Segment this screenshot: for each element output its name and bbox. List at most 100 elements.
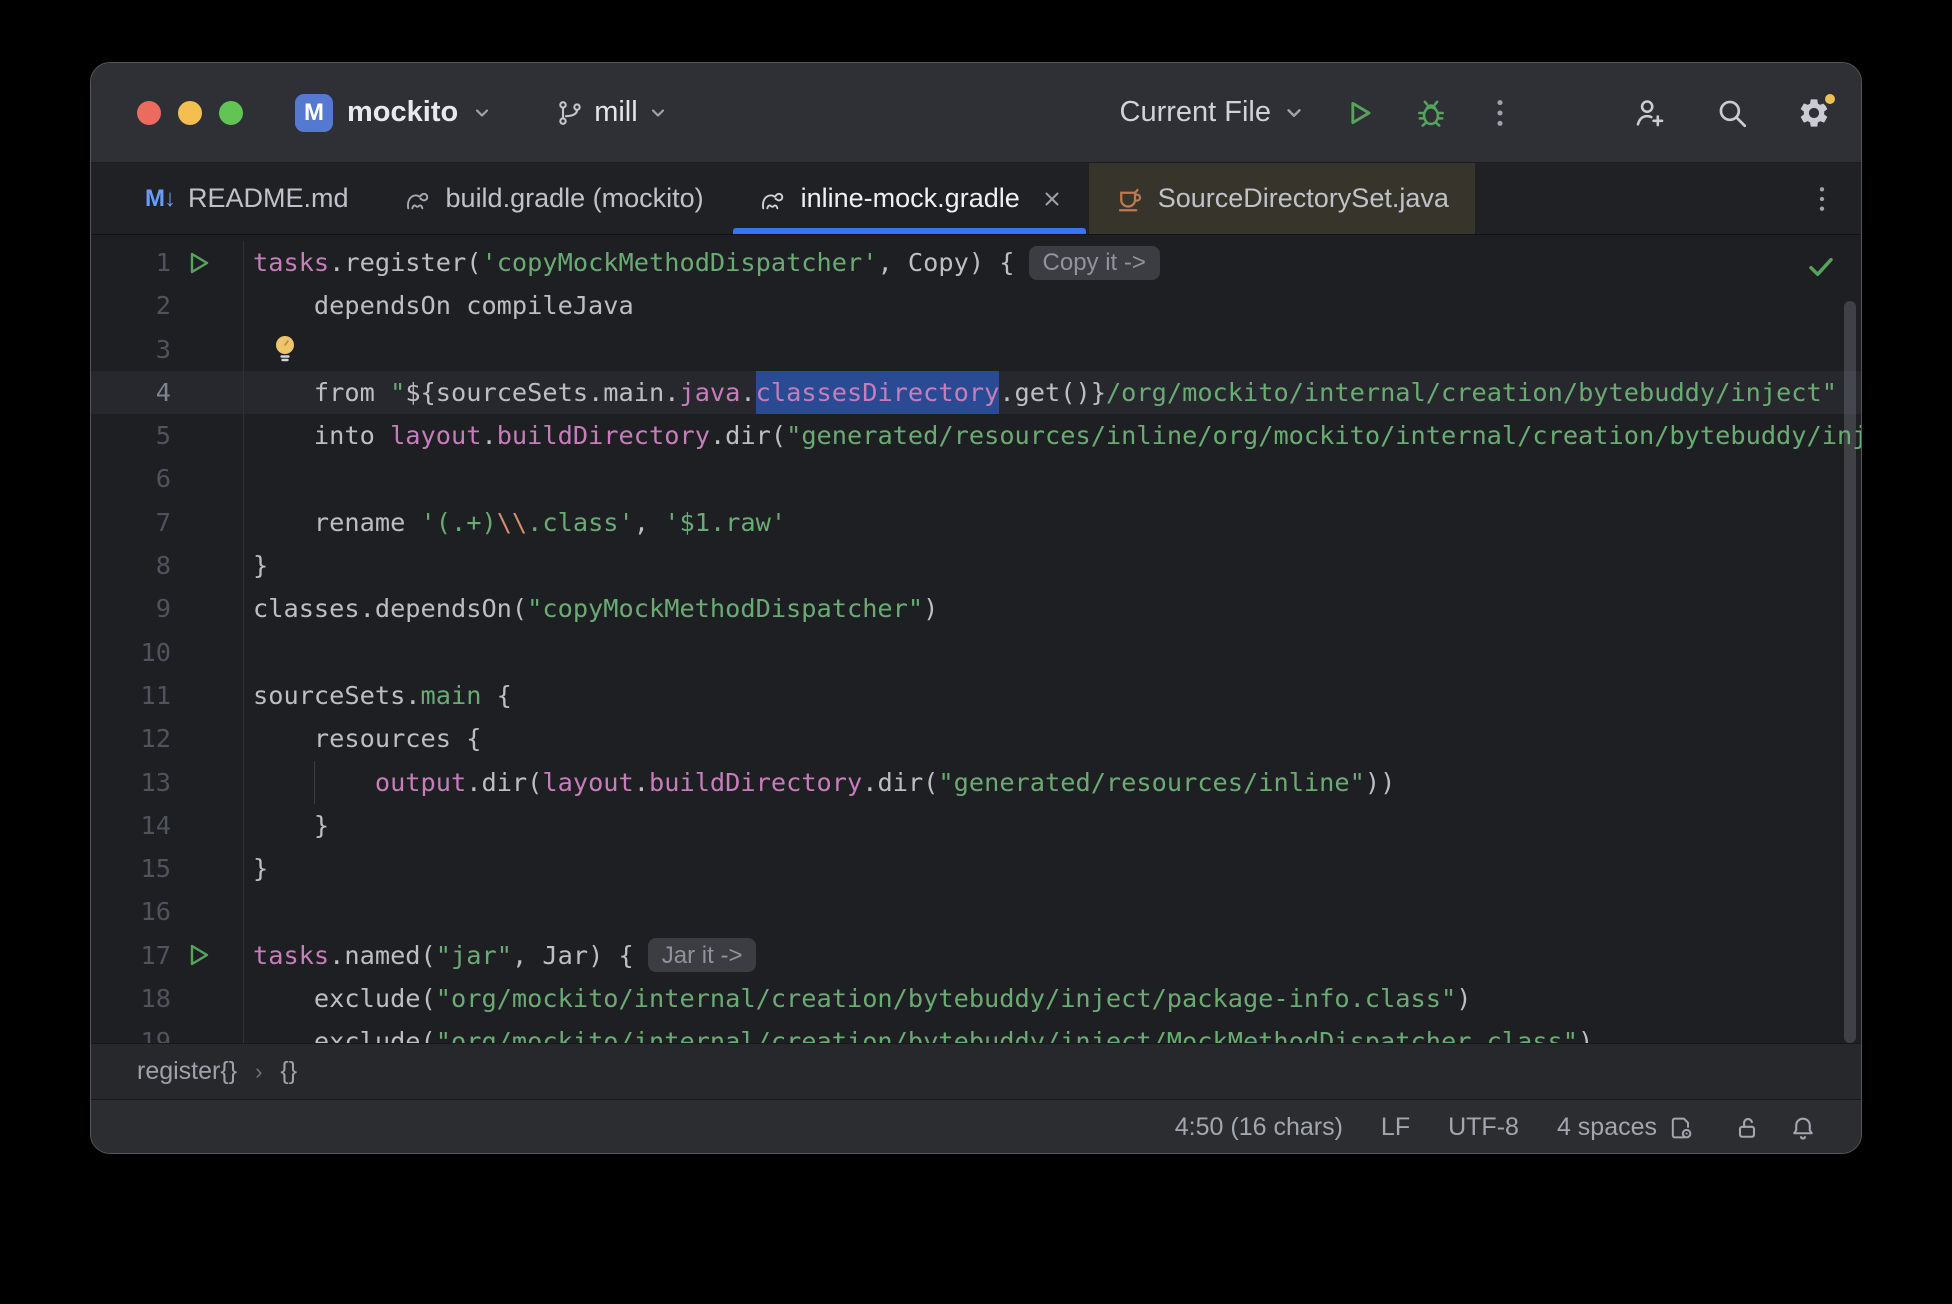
line-number[interactable]: 19 — [91, 1020, 171, 1043]
code-line[interactable]: 2 dependsOn compileJava — [91, 284, 1861, 328]
line-number[interactable]: 2 — [91, 284, 171, 327]
line-number[interactable]: 12 — [91, 717, 171, 760]
close-tab-button[interactable] — [1041, 188, 1063, 210]
notifications-button[interactable] — [1789, 1114, 1817, 1142]
code-text[interactable]: exclude("org/mockito/internal/creation/b… — [244, 1020, 1861, 1043]
close-window-button[interactable] — [137, 100, 161, 125]
gutter[interactable] — [171, 1020, 244, 1043]
intention-bulb-icon[interactable] — [273, 333, 297, 365]
breadcrumb-item[interactable]: register{} — [137, 1057, 237, 1086]
code-text[interactable] — [244, 333, 1861, 365]
gutter[interactable] — [171, 327, 244, 371]
code-text[interactable]: } — [244, 804, 1861, 847]
gutter[interactable] — [171, 803, 244, 848]
code-line[interactable]: 12 resources { — [91, 717, 1861, 761]
code-line[interactable]: 1 tasks .register('copyMockMethodDispatche… — [91, 241, 1861, 285]
breadcrumb-item[interactable]: {} — [280, 1057, 297, 1086]
encoding-widget[interactable]: UTF-8 — [1448, 1113, 1519, 1142]
search-everywhere-button[interactable] — [1715, 96, 1749, 130]
line-number[interactable]: 15 — [91, 847, 171, 890]
line-number[interactable]: 6 — [91, 457, 171, 500]
run-line-icon[interactable] — [187, 942, 211, 968]
line-ending-widget[interactable]: LF — [1381, 1113, 1410, 1142]
code-text[interactable]: resources { — [244, 717, 1861, 760]
code-text[interactable]: sourceSets. main { — [244, 674, 1861, 717]
line-number[interactable]: 4 — [91, 371, 171, 414]
line-number[interactable]: 16 — [91, 890, 171, 933]
code-text[interactable]: dependsOn compileJava — [244, 284, 1861, 327]
code-line[interactable]: 19 exclude("org/mockito/internal/creatio… — [91, 1020, 1861, 1043]
inlay-hint-button[interactable]: Jar it -> — [647, 938, 757, 973]
gutter[interactable] — [171, 760, 244, 804]
gutter[interactable] — [171, 284, 244, 328]
inspections-ok-icon[interactable] — [1805, 251, 1837, 283]
code-text[interactable]: tasks .named("jar", Jar) {Jar it -> — [244, 934, 1861, 977]
code-text[interactable]: tasks .register('copyMockMethodDispatcher… — [244, 241, 1861, 284]
gutter[interactable] — [171, 414, 244, 458]
code-text[interactable]: from " ${sourceSets.main. java. classesDire… — [244, 370, 1861, 415]
gutter[interactable] — [171, 673, 244, 718]
code-line[interactable]: 4 from " ${sourceSets.main. java. classesDi… — [91, 370, 1861, 415]
maximize-window-button[interactable] — [219, 100, 243, 125]
settings-button[interactable] — [1797, 90, 1838, 130]
indent-widget[interactable]: 4 spaces — [1557, 1113, 1657, 1142]
gutter[interactable] — [171, 370, 244, 415]
code-text[interactable]: output .dir(layout. buildDirectory .dir("ge… — [244, 760, 1861, 804]
line-number[interactable]: 9 — [91, 587, 171, 630]
code-line[interactable]: 18 exclude("org/mockito/internal/creatio… — [91, 977, 1861, 1021]
readonly-toggle-button[interactable] — [1733, 1114, 1761, 1142]
minimize-window-button[interactable] — [178, 100, 202, 125]
code-text[interactable]: } — [244, 544, 1861, 587]
line-number[interactable]: 10 — [91, 631, 171, 674]
caret-position-widget[interactable]: 4:50 (16 chars) — [1175, 1113, 1343, 1142]
tab-inline-mock-gradle[interactable]: inline-mock.gradle — [730, 163, 1089, 234]
gutter[interactable] — [171, 457, 244, 501]
code-text[interactable]: exclude("org/mockito/internal/creation/b… — [244, 977, 1861, 1020]
code-line[interactable]: 5 into layout. buildDirectory .dir("genera… — [91, 414, 1861, 458]
inlay-hint-button[interactable]: Copy it -> — [1028, 245, 1160, 280]
gutter[interactable] — [171, 544, 244, 588]
code-line[interactable]: 17 tasks .named("jar", Jar) {Jar it -> — [91, 933, 1861, 978]
gutter[interactable] — [171, 500, 244, 545]
tab-options-button[interactable] — [1811, 185, 1833, 213]
code-line[interactable]: 8} — [91, 544, 1861, 588]
gutter[interactable] — [171, 847, 244, 891]
code-style-settings-button[interactable] — [1667, 1114, 1695, 1142]
gutter[interactable] — [171, 977, 244, 1021]
tab-readme[interactable]: M↓ README.md — [119, 163, 375, 234]
code-text[interactable]: classes.dependsOn("copyMockMethodDispatc… — [244, 587, 1861, 630]
code-text[interactable]: into layout. buildDirectory .dir("generate… — [244, 414, 1861, 457]
code-line[interactable]: 3 — [91, 327, 1861, 371]
line-number[interactable]: 17 — [91, 934, 171, 977]
gutter[interactable] — [171, 630, 244, 674]
line-number[interactable]: 5 — [91, 414, 171, 457]
project-selector[interactable]: M mockito — [295, 93, 492, 132]
vcs-branch-selector[interactable]: mill — [556, 96, 668, 129]
gutter[interactable] — [171, 241, 244, 285]
run-line-icon[interactable] — [187, 250, 211, 276]
gutter[interactable] — [171, 587, 244, 631]
run-button[interactable] — [1345, 98, 1375, 128]
tab-sourcedirectoryset-java[interactable]: SourceDirectorySet.java — [1088, 163, 1475, 234]
gutter[interactable] — [171, 890, 244, 934]
tab-build-gradle[interactable]: build.gradle (mockito) — [375, 163, 730, 234]
code-line[interactable]: 7 rename '(.+) \\ .class', '$1.raw' — [91, 500, 1861, 545]
code-line[interactable]: 15} — [91, 847, 1861, 891]
line-number[interactable]: 18 — [91, 977, 171, 1020]
code-line[interactable]: 11 sourceSets. main { — [91, 673, 1861, 718]
code-line[interactable]: 6 — [91, 457, 1861, 501]
line-number[interactable]: 13 — [91, 761, 171, 804]
line-number[interactable]: 1 — [91, 241, 171, 284]
line-number[interactable]: 14 — [91, 804, 171, 847]
code-line[interactable]: 9 classes.dependsOn("copyMockMethodDispat… — [91, 587, 1861, 631]
line-number[interactable]: 7 — [91, 501, 171, 544]
line-number[interactable]: 3 — [91, 328, 171, 371]
code-text[interactable]: } — [244, 847, 1861, 890]
code-line[interactable]: 10 — [91, 630, 1861, 674]
more-actions-button[interactable] — [1487, 98, 1513, 128]
gutter[interactable] — [171, 717, 244, 761]
add-user-button[interactable] — [1633, 96, 1667, 130]
line-number[interactable]: 8 — [91, 544, 171, 587]
line-number[interactable]: 11 — [91, 674, 171, 717]
gutter[interactable] — [171, 933, 244, 978]
